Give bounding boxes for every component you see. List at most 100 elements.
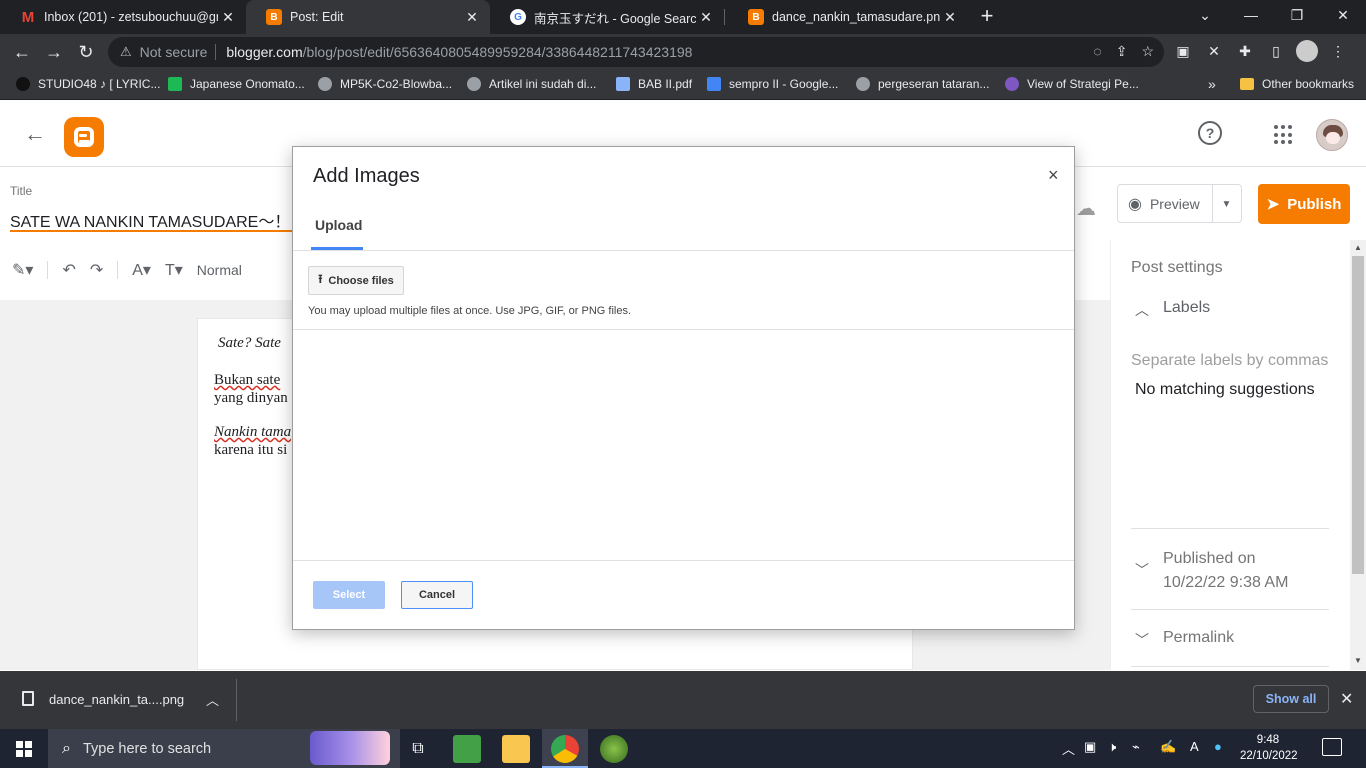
close-tab-icon[interactable]: ✕ <box>940 9 960 26</box>
cancel-button[interactable]: Cancel <box>401 581 473 609</box>
pen-icon[interactable]: ✍ <box>1160 739 1176 755</box>
share-icon[interactable]: ⇪ <box>1116 43 1128 60</box>
new-tab-button[interactable]: + <box>976 4 998 30</box>
undo-icon[interactable]: ↶ <box>62 260 75 280</box>
font-icon[interactable]: A▾ <box>132 260 151 280</box>
bookmark-label: MP5K-Co2-Blowba... <box>340 77 453 91</box>
preview-button[interactable]: ◉ Preview <box>1117 184 1213 223</box>
screen: M Inbox (201) - zetsubouchuu@gm ✕ B Post… <box>0 0 1366 768</box>
redo-icon[interactable]: ↷ <box>90 260 103 280</box>
choose-files-button[interactable]: ⭱ Choose files <box>308 266 404 295</box>
labels-input[interactable]: Separate labels by commas <box>1131 352 1331 370</box>
upload-icon: ⭱ <box>318 272 323 286</box>
text-size-icon[interactable]: T▾ <box>165 260 183 280</box>
volume-muted-icon[interactable]: 🕨 <box>1108 739 1116 755</box>
help-icon[interactable]: ? <box>1198 121 1222 145</box>
ime-language-icon[interactable]: A <box>1190 739 1199 754</box>
chevron-down-icon[interactable]: ﹀ <box>1135 560 1149 580</box>
tab-gmail-inbox[interactable]: M Inbox (201) - zetsubouchuu@gm ✕ <box>0 0 246 34</box>
chevron-up-icon[interactable]: ︿ <box>206 690 219 709</box>
preview-dropdown-button[interactable]: ▼ <box>1212 184 1242 223</box>
bookmark-label: sempro II - Google... <box>729 77 839 91</box>
chevron-down-icon[interactable]: ﹀ <box>1135 630 1149 650</box>
publish-button[interactable]: ➤ Publish <box>1258 184 1350 224</box>
post-title-input[interactable]: SATE WA NANKIN TAMASUDARE～！ <box>10 208 290 232</box>
spreadsheet-app-icon[interactable] <box>453 735 481 763</box>
chrome-icon[interactable] <box>551 735 579 763</box>
close-shelf-icon[interactable]: ✕ <box>1340 689 1353 709</box>
other-bookmarks-label: Other bookmarks <box>1262 77 1355 91</box>
chat-extension-icon[interactable]: ▣ <box>1172 40 1194 62</box>
download-item[interactable]: dance_nankin_ta....png <box>49 692 184 707</box>
close-tab-icon[interactable]: ✕ <box>218 9 238 26</box>
bookmark-item[interactable]: MP5K-Co2-Blowba... <box>318 70 452 98</box>
scroll-up-arrow-icon[interactable]: ▲ <box>1352 243 1364 255</box>
restore-button[interactable]: ❐ <box>1274 0 1320 30</box>
close-tab-icon[interactable]: ✕ <box>462 9 482 26</box>
tab-title: Post: Edit <box>290 10 344 24</box>
tab-search-chevron-icon[interactable]: ⌄ <box>1182 0 1228 30</box>
tab-upload[interactable]: Upload <box>315 217 362 233</box>
blogger-logo-icon[interactable] <box>64 117 104 157</box>
bookmark-item[interactable]: sempro II - Google... <box>707 70 838 98</box>
eye-off-icon[interactable]: ◌ <box>1093 43 1101 60</box>
account-avatar[interactable] <box>1316 119 1348 151</box>
close-tab-icon[interactable]: ✕ <box>696 9 716 26</box>
bookmarks-overflow-button[interactable]: » <box>1208 70 1216 98</box>
bookmark-item[interactable]: STUDIO48 ♪ [ LYRIC... <box>16 70 160 98</box>
permalink-heading[interactable]: Permalink <box>1163 629 1234 647</box>
bookmark-item[interactable]: BAB II.pdf <box>616 70 692 98</box>
side-panel-icon[interactable]: ▯ <box>1265 40 1287 62</box>
close-window-button[interactable]: ✕ <box>1320 0 1366 30</box>
globe-icon <box>467 77 481 91</box>
apps-grid-icon[interactable] <box>1274 125 1294 145</box>
back-icon[interactable]: ← <box>10 40 34 64</box>
pencil-icon[interactable]: ✎▾ <box>12 260 33 280</box>
scrollbar-thumb[interactable] <box>1352 256 1364 574</box>
bookmark-star-icon[interactable]: ☆ <box>1141 43 1154 60</box>
blogger-icon: B <box>266 9 282 25</box>
bookmark-item[interactable]: View of Strategi Pe... <box>1005 70 1139 98</box>
network-icon[interactable]: ⌁ <box>1132 739 1140 755</box>
show-all-button[interactable]: Show all <box>1253 685 1329 713</box>
tab-google-search[interactable]: G 南京玉すだれ - Google Search ✕ <box>490 0 724 34</box>
minimize-button[interactable]: — <box>1228 0 1274 30</box>
labels-heading[interactable]: Labels <box>1163 299 1210 317</box>
address-bar[interactable]: ⚠ Not secure blogger.com/blog/post/edit/… <box>108 37 1164 67</box>
tab-post-edit[interactable]: B Post: Edit ✕ <box>246 0 490 34</box>
menu-kebab-icon[interactable]: ⋮ <box>1327 40 1349 62</box>
search-icon: ⌕ <box>62 739 71 757</box>
published-on-section[interactable]: Published on 10/22/22 9:38 AM <box>1163 547 1288 595</box>
bookmark-item[interactable]: pergeseran tataran... <box>856 70 989 98</box>
warning-icon[interactable]: ⚠ <box>120 44 132 60</box>
scroll-down-arrow-icon[interactable]: ▼ <box>1352 656 1364 668</box>
chevron-up-icon[interactable]: ︿ <box>1062 739 1075 758</box>
bookmark-label: BAB II.pdf <box>638 77 693 91</box>
reload-icon[interactable]: ↻ <box>74 40 98 64</box>
edge-sync-icon[interactable]: ● <box>1214 739 1222 754</box>
other-bookmarks-folder[interactable]: Other bookmarks <box>1240 70 1354 98</box>
profile-avatar-icon[interactable] <box>1296 40 1318 62</box>
back-arrow-icon[interactable]: ← <box>24 123 48 147</box>
bookmark-item[interactable]: Artikel ini sudah di... <box>467 70 596 98</box>
body-line: yang dinyan <box>214 390 288 406</box>
windows-start-icon[interactable] <box>16 741 32 757</box>
tab-image-file[interactable]: B dance_nankin_tamasudare.png (6 ✕ <box>728 0 968 34</box>
bookmark-item[interactable]: Japanese Onomato... <box>168 70 305 98</box>
x-extension-icon[interactable]: ✕ <box>1203 40 1225 62</box>
taskbar-clock[interactable]: 9:48 22/10/2022 <box>1240 732 1298 764</box>
forward-icon[interactable]: → <box>42 40 66 64</box>
search-highlight-image[interactable] <box>310 731 390 765</box>
dialog-close-icon[interactable]: × <box>1048 165 1059 186</box>
extensions-puzzle-icon[interactable]: ✚ <box>1234 40 1256 62</box>
chevron-up-icon[interactable]: ︿ <box>1135 300 1149 320</box>
notification-center-icon[interactable] <box>1322 738 1342 756</box>
security-label[interactable]: Not secure <box>140 44 208 60</box>
file-explorer-icon[interactable] <box>502 735 530 763</box>
game-app-icon[interactable] <box>600 735 628 763</box>
select-button[interactable]: Select <box>313 581 385 609</box>
task-view-icon[interactable]: ⧉ <box>404 735 432 763</box>
body-line: Nankin tama <box>214 424 292 440</box>
paragraph-format-select[interactable]: Normal <box>197 262 242 278</box>
meet-now-icon[interactable]: ▣ <box>1084 739 1096 755</box>
